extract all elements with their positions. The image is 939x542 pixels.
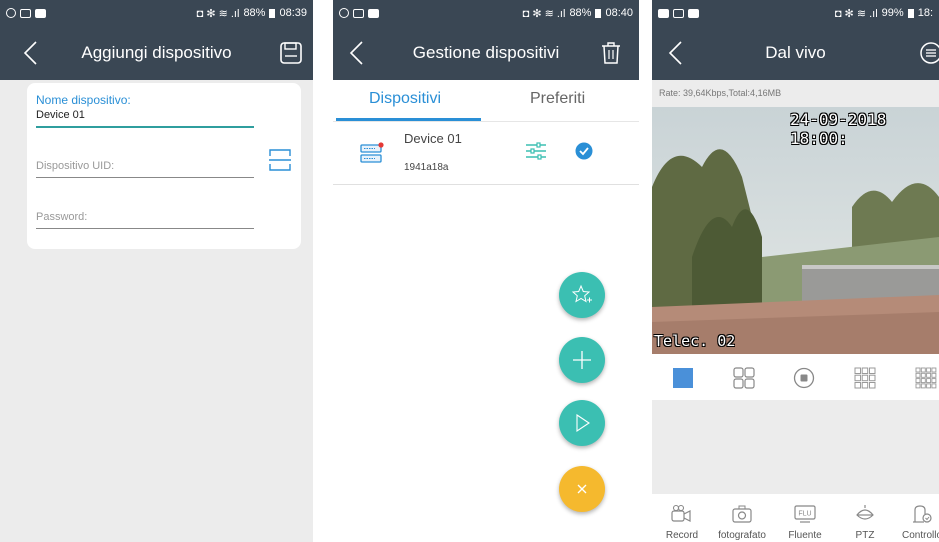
clock: 08:40 bbox=[605, 7, 633, 19]
gallery-icon bbox=[20, 8, 31, 18]
status-bar: ◘ ✻ ≋ .ıl 88% 08:40 bbox=[333, 0, 639, 26]
video-icon bbox=[658, 8, 669, 18]
app-notification-icon bbox=[368, 8, 379, 18]
battery-icon bbox=[907, 8, 914, 18]
device-form-card: Nome dispositivo: Device 01 Dispositivo … bbox=[27, 83, 301, 249]
app-bar: Aggiungi dispositivo bbox=[0, 26, 313, 80]
device-uid-field[interactable]: Dispositivo UID: bbox=[36, 160, 254, 178]
floppy-disk-icon[interactable] bbox=[278, 40, 304, 66]
page-title: Gestione dispositivi bbox=[412, 43, 560, 62]
tab-favorites[interactable]: Preferiti bbox=[530, 90, 585, 108]
signal-icons: ◘ ✻ ≋ .ıl bbox=[196, 7, 240, 20]
tab-bar: Dispositivi Preferiti bbox=[333, 80, 639, 122]
app-bar: Dal vivo bbox=[652, 26, 939, 80]
page-title: Aggiungi dispositivo bbox=[81, 43, 232, 62]
trash-icon[interactable] bbox=[598, 40, 624, 66]
device-list-item[interactable]: Device 01 1941a18a bbox=[333, 122, 639, 185]
battery-icon bbox=[269, 8, 276, 18]
ptz-icon bbox=[856, 505, 874, 520]
camera-name-overlay: Telec. 02 bbox=[654, 332, 736, 350]
app-notification-icon bbox=[688, 8, 699, 18]
dvr-device-icon bbox=[360, 142, 384, 163]
status-bar: ◘ ✻ ≋ .ıl 99% 18: bbox=[652, 0, 939, 26]
battery-icon bbox=[595, 8, 602, 18]
bitrate-readout: Rate: 39,64Kbps,Total:4,16MB bbox=[659, 88, 782, 98]
close-menu-fab[interactable] bbox=[559, 466, 605, 512]
sixteen-view-icon[interactable] bbox=[914, 366, 938, 390]
timestamp-overlay: 24-09-2018 18:00: bbox=[790, 110, 887, 148]
add-favorite-fab[interactable] bbox=[559, 272, 605, 318]
record-label: Record bbox=[665, 530, 699, 541]
check-circle-icon[interactable] bbox=[575, 142, 593, 160]
single-view-icon[interactable] bbox=[673, 368, 693, 388]
page-title: Dal vivo bbox=[765, 43, 826, 62]
battery-level: 99% bbox=[881, 7, 904, 19]
app-bar: Gestione dispositivi bbox=[333, 26, 639, 80]
password-underline bbox=[36, 228, 254, 229]
stop-icon[interactable] bbox=[793, 367, 815, 389]
clock: 08:39 bbox=[279, 7, 307, 19]
add-device-fab[interactable] bbox=[559, 337, 605, 383]
tab-devices[interactable]: Dispositivi bbox=[369, 90, 441, 108]
device-name-value[interactable]: Device 01 bbox=[36, 109, 254, 121]
close-icon bbox=[577, 484, 587, 494]
password-field[interactable]: Password: bbox=[36, 211, 254, 229]
app-notification-icon bbox=[35, 8, 46, 18]
plus-icon bbox=[573, 351, 591, 369]
device-uid: 1941a18a bbox=[404, 162, 449, 173]
add-device-screen: ◘ ✻ ≋ .ıl 88% 08:39 Aggiungi dispositivo… bbox=[0, 0, 313, 542]
camera-video-feed[interactable]: 24-09-2018 18:00: Telec. 02 bbox=[652, 107, 939, 354]
clock: 18: bbox=[917, 7, 933, 19]
device-name: Device 01 bbox=[404, 131, 462, 146]
device-uid-placeholder: Dispositivo UID: bbox=[36, 160, 115, 172]
view-layout-bar bbox=[652, 354, 939, 400]
device-name-underline bbox=[36, 126, 254, 128]
signal-icons: ◘ ✻ ≋ .ıl bbox=[834, 7, 878, 20]
video-record-icon bbox=[671, 504, 691, 522]
camera-icon bbox=[732, 505, 752, 523]
control-icon bbox=[913, 505, 932, 523]
star-add-icon bbox=[571, 284, 592, 303]
password-placeholder: Password: bbox=[36, 211, 88, 223]
ptz-label: PTZ bbox=[855, 530, 875, 541]
dnd-icon bbox=[6, 8, 16, 18]
status-bar: ◘ ✻ ≋ .ıl 88% 08:39 bbox=[0, 0, 313, 26]
device-name-field[interactable]: Nome dispositivo: Device 01 bbox=[36, 93, 254, 128]
battery-level: 88% bbox=[569, 7, 592, 19]
nine-view-icon[interactable] bbox=[853, 366, 877, 390]
bottom-toolbar: Record fotografato FLU Fluente PTZ Contr… bbox=[652, 494, 939, 542]
signal-icons: ◘ ✻ ≋ .ıl bbox=[522, 7, 566, 20]
device-uid-underline bbox=[36, 177, 254, 178]
device-name-label: Nome dispositivo: bbox=[36, 93, 131, 107]
snapshot-label: fotografato bbox=[718, 530, 766, 541]
svg-text:FLU: FLU bbox=[798, 511, 811, 518]
qr-scan-icon[interactable] bbox=[268, 147, 292, 173]
live-view-screen: ◘ ✻ ≋ .ıl 99% 18: Dal vivo Rate: 39,64Kb… bbox=[652, 0, 939, 542]
play-fab[interactable] bbox=[559, 400, 605, 446]
quad-view-icon[interactable] bbox=[732, 366, 756, 390]
dnd-icon bbox=[339, 8, 349, 18]
stream-quality-icon: FLU bbox=[794, 505, 816, 523]
gallery-icon bbox=[353, 8, 364, 18]
device-management-screen: ◘ ✻ ≋ .ıl 88% 08:40 Gestione dispositivi… bbox=[333, 0, 639, 542]
gallery-icon bbox=[673, 8, 684, 18]
stream-quality-label: Fluente bbox=[788, 530, 822, 541]
menu-icon[interactable] bbox=[918, 40, 939, 66]
battery-level: 88% bbox=[243, 7, 266, 19]
play-icon bbox=[576, 413, 590, 433]
control-label: Controllo bbox=[901, 530, 939, 541]
settings-sliders-icon[interactable] bbox=[525, 140, 547, 162]
